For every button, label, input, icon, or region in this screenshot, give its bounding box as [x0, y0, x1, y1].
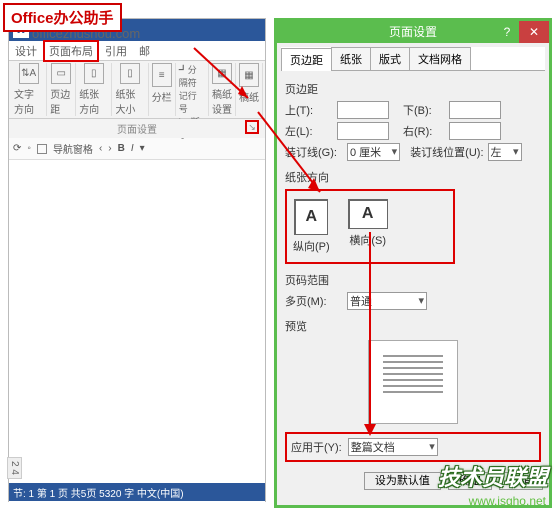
preview-icon	[368, 340, 458, 424]
italic-button[interactable]: I	[131, 143, 134, 154]
preview-section: 预览	[285, 318, 541, 424]
btn-margins[interactable]: ▭页边距	[47, 63, 76, 116]
margins-section: 页边距 上(T): 下(B): 左(L): 右(R): 装订线(G): 0 厘米…	[285, 81, 541, 161]
top-input[interactable]	[337, 101, 389, 119]
document-canvas[interactable]	[9, 160, 265, 520]
tab-layout[interactable]: 版式	[370, 47, 410, 70]
dialog-launcher[interactable]: ↘	[245, 120, 259, 134]
btn-size[interactable]: ▯纸张大小	[112, 63, 148, 116]
left-input[interactable]	[337, 122, 389, 140]
small-buttons[interactable]: ┛分隔符 记行号 bc 断字	[176, 63, 209, 116]
site-badge: Office办公助手	[3, 3, 122, 32]
dialog-title: 页面设置 ? ✕	[277, 21, 549, 43]
btn-grid1[interactable]: ▦稿纸 设置	[209, 63, 236, 116]
default-button[interactable]: 设为默认值	[364, 472, 441, 490]
btn-grid2[interactable]: ▦稿纸	[236, 63, 263, 116]
word-window: W 设计 页面布局 引用 邮 ⇅A文字方向 ▭页边距 ▯纸张方向 ▯纸张大小 ≡…	[8, 18, 266, 502]
status-bar: 节: 1 第 1 页 共5页 5320 字 中文(中国)	[9, 483, 265, 501]
pages-section: 页码范围 多页(M): 普通	[285, 272, 541, 310]
right-input[interactable]	[449, 122, 501, 140]
tab-references[interactable]: 引用	[99, 43, 133, 59]
page-setup-dialog: 页面设置 ? ✕ 页边距 纸张 版式 文档网格 页边距 上(T): 下(B): …	[274, 18, 552, 508]
page-thumb-label: 2 4	[7, 457, 22, 479]
close-button[interactable]: ✕	[519, 21, 549, 43]
bottom-input[interactable]	[449, 101, 501, 119]
ribbon-group-label: 页面设置 ↘	[9, 119, 265, 138]
orientation-portrait[interactable]: 纵向(P)	[293, 199, 330, 254]
watermark-url: www.jsgho.net	[469, 494, 546, 508]
tab-design[interactable]: 设计	[9, 43, 43, 59]
btn-orientation[interactable]: ▯纸张方向	[76, 63, 112, 116]
tab-paper[interactable]: 纸张	[331, 47, 371, 70]
multi-page-select[interactable]: 普通	[347, 292, 427, 310]
btn-columns[interactable]: ≡分栏	[149, 63, 176, 116]
gutter-input[interactable]: 0 厘米	[347, 143, 400, 161]
checkbox-icon[interactable]	[37, 144, 47, 154]
ribbon: ⇅A文字方向 ▭页边距 ▯纸张方向 ▯纸张大小 ≡分栏 ┛分隔符 记行号 bc …	[9, 61, 265, 119]
tab-margins[interactable]: 页边距	[281, 48, 332, 71]
tab-page-layout[interactable]: 页面布局	[43, 40, 99, 62]
tab-mail[interactable]: 邮	[133, 43, 156, 59]
quick-toolbar[interactable]: ⟳◦ 导航窗格 ‹› B I ▾	[9, 138, 265, 160]
ribbon-tabs[interactable]: 设计 页面布局 引用 邮	[9, 41, 265, 61]
btn-text-direction[interactable]: ⇅A文字方向	[11, 63, 47, 116]
tab-grid[interactable]: 文档网格	[409, 47, 471, 70]
orientation-landscape[interactable]: 横向(S)	[348, 199, 388, 254]
orientation-section: 纸张方向 纵向(P) 横向(S)	[285, 169, 541, 264]
bold-button[interactable]: B	[118, 143, 125, 154]
apply-to-row: 应用于(Y): 整篇文档	[285, 432, 541, 462]
apply-to-select[interactable]: 整篇文档	[348, 438, 438, 456]
help-button[interactable]: ?	[495, 21, 519, 43]
watermark-text: 技术员联盟	[438, 460, 548, 492]
gutter-pos-select[interactable]: 左	[488, 143, 522, 161]
nav-pane-toggle[interactable]: 导航窗格	[53, 141, 93, 156]
dialog-tabs[interactable]: 页边距 纸张 版式 文档网格	[281, 47, 545, 71]
